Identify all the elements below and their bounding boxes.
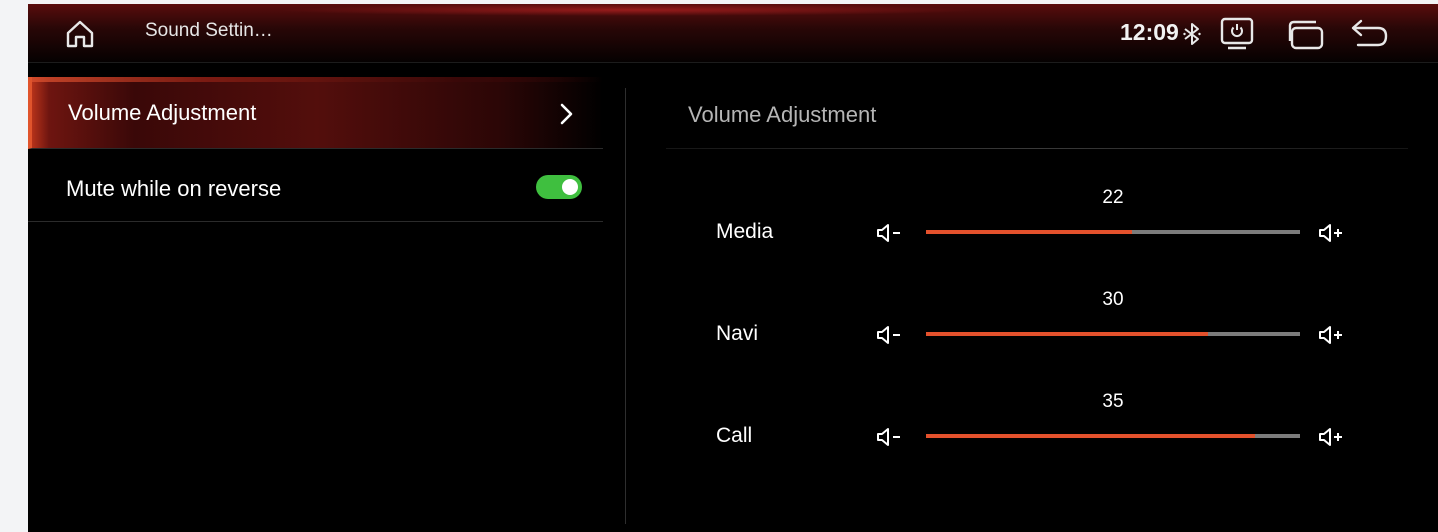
volume-down-icon[interactable] (876, 426, 904, 448)
volume-down-icon[interactable] (876, 324, 904, 346)
menu-item-label: Volume Adjustment (68, 100, 257, 125)
volume-label: Call (716, 424, 753, 447)
panel-divider-line (666, 148, 1408, 149)
volume-row-media: 22 Media (28, 184, 1438, 284)
chevron-right-icon (560, 103, 573, 125)
volume-row-call: 35 Call (28, 388, 1438, 488)
bluetooth-icon (1183, 23, 1201, 45)
windows-icon[interactable] (1286, 19, 1326, 51)
volume-up-icon[interactable] (1318, 324, 1348, 346)
app-title: Sound Settin… (145, 20, 273, 41)
home-icon[interactable] (64, 18, 96, 50)
volume-slider[interactable] (926, 332, 1300, 336)
volume-down-icon[interactable] (876, 222, 904, 244)
volume-label: Navi (716, 322, 759, 345)
top-bar: Sound Settin… 12:09 (28, 4, 1438, 63)
volume-value: 30 (1102, 289, 1124, 310)
volume-value: 22 (1102, 187, 1124, 208)
back-icon[interactable] (1348, 19, 1392, 49)
volume-slider-fill (926, 434, 1256, 438)
volume-row-navi: 30 Navi (28, 286, 1438, 386)
panel-title: Volume Adjustment (688, 102, 877, 127)
screen: Sound Settin… 12:09 Volume Adjustment Mu… (28, 4, 1438, 532)
top-glow (278, 4, 978, 16)
volume-value: 35 (1102, 391, 1124, 412)
volume-label: Media (716, 220, 774, 243)
volume-slider[interactable] (926, 434, 1300, 438)
screen-power-icon[interactable] (1220, 17, 1254, 51)
volume-slider-fill (926, 332, 1209, 336)
menu-item-volume-adjustment[interactable]: Volume Adjustment (28, 77, 603, 149)
volume-up-icon[interactable] (1318, 222, 1348, 244)
clock: 12:09 (1120, 19, 1179, 45)
volume-up-icon[interactable] (1318, 426, 1348, 448)
volume-slider-fill (926, 230, 1132, 234)
volume-slider[interactable] (926, 230, 1300, 234)
